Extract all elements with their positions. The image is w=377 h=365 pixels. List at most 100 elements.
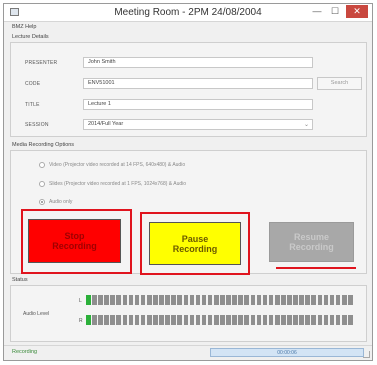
meter-segment xyxy=(232,315,237,325)
maximize-button[interactable]: ☐ xyxy=(328,5,342,18)
title-bar[interactable]: Meeting Room - 2PM 24/08/2004 — ☐ ✕ xyxy=(4,4,372,22)
meeting-room-window: Meeting Room - 2PM 24/08/2004 — ☐ ✕ BMZ … xyxy=(3,3,373,361)
meter-segment xyxy=(305,295,310,305)
meter-segment xyxy=(268,295,274,305)
help-menu[interactable]: BMZ Help xyxy=(12,24,36,30)
meter-segment xyxy=(134,315,140,325)
meter-segment xyxy=(207,315,213,325)
video-option-radio[interactable] xyxy=(39,162,45,168)
meter-segment xyxy=(287,315,292,325)
meter-segment xyxy=(183,295,189,305)
meter-segment xyxy=(323,315,329,325)
meter-segment xyxy=(226,295,231,305)
recording-status-text: Recording xyxy=(12,349,38,355)
meter-segment xyxy=(250,315,256,325)
meter-segment xyxy=(177,315,182,325)
search-button[interactable]: Search xyxy=(317,77,362,90)
right-channel-label: R xyxy=(79,318,83,324)
meter-segment xyxy=(220,315,225,325)
stop-button-line1: Stop xyxy=(64,231,85,241)
meter-segment xyxy=(262,295,268,305)
resume-button-line2: Recording xyxy=(289,242,334,252)
meter-segment xyxy=(299,315,304,325)
meter-segment xyxy=(86,315,91,325)
video-option-label[interactable]: Video (Projector video recorded at 14 FP… xyxy=(49,162,185,168)
meter-segment xyxy=(159,295,164,305)
session-dropdown[interactable]: 2014/Full Year ⌄ xyxy=(83,119,313,130)
resume-button-line1: Resume xyxy=(293,232,329,242)
meter-segment xyxy=(104,295,109,305)
meter-segment xyxy=(244,315,250,325)
resize-grip-icon[interactable] xyxy=(363,351,370,358)
meter-segment xyxy=(146,315,152,325)
session-value: 2014/Full Year xyxy=(88,121,124,127)
meter-segment xyxy=(293,295,298,305)
meter-segment xyxy=(348,315,353,325)
meter-segment xyxy=(165,295,170,305)
meter-segment xyxy=(92,315,97,325)
meter-segment xyxy=(153,315,158,325)
meter-segment xyxy=(189,295,195,305)
meter-segment xyxy=(256,315,262,325)
meter-segment xyxy=(189,315,195,325)
audio-option-label[interactable]: Audio only xyxy=(49,199,72,205)
elapsed-time-text: 00:00:06 xyxy=(277,350,297,356)
presenter-field[interactable]: John Smith xyxy=(83,57,313,68)
chevron-down-icon: ⌄ xyxy=(303,122,309,128)
meter-segment xyxy=(305,315,310,325)
meter-segment xyxy=(335,315,341,325)
meter-segment xyxy=(92,295,97,305)
meter-segment xyxy=(341,315,347,325)
left-channel-label: L xyxy=(79,298,82,304)
meter-segment xyxy=(311,295,317,305)
session-label: SESSION xyxy=(25,122,49,128)
meter-segment xyxy=(329,315,335,325)
stop-recording-button[interactable]: Stop Recording xyxy=(28,219,121,263)
audio-option-radio[interactable] xyxy=(39,199,45,205)
slides-option-label[interactable]: Slides (Projector video recorded at 1 FP… xyxy=(49,181,186,187)
meter-segment xyxy=(153,295,158,305)
code-label: CODE xyxy=(25,81,41,87)
meter-segment xyxy=(98,315,103,325)
meter-segment xyxy=(171,315,176,325)
meter-segment xyxy=(110,315,115,325)
elapsed-time-progress: 00:00:06 xyxy=(210,348,364,357)
meter-segment xyxy=(348,295,353,305)
meter-segment xyxy=(268,315,274,325)
resume-recording-button[interactable]: Resume Recording xyxy=(269,222,354,262)
meter-segment xyxy=(110,295,115,305)
code-field[interactable]: ENV51001 xyxy=(83,78,313,89)
stop-button-line2: Recording xyxy=(52,241,97,251)
pause-button-line1: Pause xyxy=(181,233,209,244)
meter-segment xyxy=(281,315,286,325)
meter-segment xyxy=(98,295,103,305)
minimize-button[interactable]: — xyxy=(310,5,324,18)
meter-segment xyxy=(341,295,347,305)
meter-segment xyxy=(86,295,91,305)
meter-segment xyxy=(140,315,146,325)
slides-option-radio[interactable] xyxy=(39,181,45,187)
meter-segment xyxy=(116,315,122,325)
lecture-details-group: PRESENTER John Smith CODE ENV51001 Searc… xyxy=(10,42,367,137)
meter-segment xyxy=(262,315,268,325)
meter-segment xyxy=(159,315,164,325)
meter-segment xyxy=(317,295,323,305)
meter-segment xyxy=(183,315,189,325)
meter-segment xyxy=(134,295,140,305)
status-group: Audio Level L R xyxy=(10,285,367,342)
meter-segment xyxy=(323,295,329,305)
meter-segment xyxy=(122,295,128,305)
pause-recording-button[interactable]: Pause Recording xyxy=(149,222,241,265)
meter-segment xyxy=(244,295,250,305)
recording-options-heading: Media Recording Options xyxy=(12,142,75,148)
meter-segment xyxy=(256,295,262,305)
meter-segment xyxy=(171,295,176,305)
meter-segment xyxy=(317,315,323,325)
meter-segment xyxy=(232,295,237,305)
meter-segment xyxy=(299,295,304,305)
close-button[interactable]: ✕ xyxy=(346,5,368,18)
meter-segment xyxy=(238,295,243,305)
meter-segment xyxy=(281,295,286,305)
title-label: TITLE xyxy=(25,102,40,108)
title-field[interactable]: Lecture 1 xyxy=(83,99,313,110)
